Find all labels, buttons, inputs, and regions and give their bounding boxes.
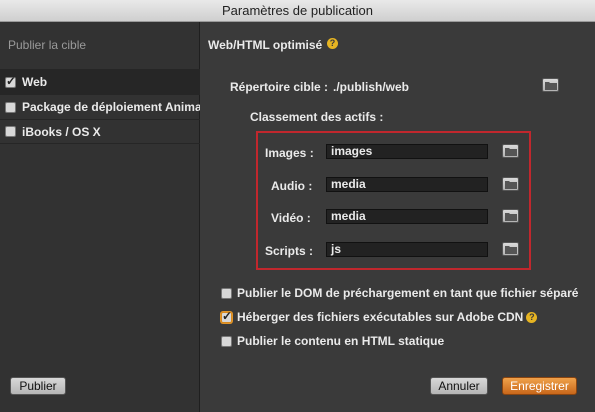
folder-icon: [505, 213, 517, 221]
help-icon[interactable]: ?: [327, 38, 338, 49]
preload-dom-checkbox[interactable]: [221, 287, 232, 299]
host-cdn-checkbox[interactable]: [221, 309, 232, 323]
cdn-help-icon[interactable]: ?: [526, 311, 538, 323]
images-label: Images :: [265, 146, 314, 160]
folder-icon: [505, 148, 517, 156]
audio-label: Audio :: [271, 179, 313, 193]
animate-package-checkbox[interactable]: [5, 101, 16, 113]
audio-field[interactable]: media: [326, 177, 488, 192]
section-title: Web/HTML optimisé: [208, 38, 323, 52]
scripts-folder-button[interactable]: [502, 242, 519, 256]
sidebar-item-web[interactable]: Web: [0, 69, 200, 94]
images-folder-button[interactable]: [502, 144, 519, 158]
video-field[interactable]: media: [326, 209, 488, 224]
target-dir-folder-button[interactable]: [542, 78, 559, 92]
folder-icon: [505, 246, 517, 254]
option-preload-dom[interactable]: Publier le DOM de préchargement en tant …: [221, 286, 578, 300]
assets-title: Classement des actifs :: [250, 110, 384, 124]
main-panel: Web/HTML optimisé ? Répertoire cible : .…: [201, 22, 595, 412]
folder-icon: [545, 82, 557, 90]
audio-folder-button[interactable]: [502, 177, 519, 191]
option-label: Héberger des fichiers exécutables sur Ad…: [237, 310, 524, 324]
option-label: Publier le DOM de préchargement en tant …: [237, 286, 579, 300]
sidebar-item-label: Package de déploiement Animate: [22, 100, 200, 114]
option-label: Publier le contenu en HTML statique: [237, 334, 445, 348]
ibooks-checkbox[interactable]: [5, 126, 16, 137]
video-folder-button[interactable]: [502, 209, 519, 223]
sidebar-item-animate-package[interactable]: Package de déploiement Animate: [0, 94, 200, 119]
sidebar-item-ibooks[interactable]: iBooks / OS X: [0, 119, 200, 144]
option-static-html[interactable]: Publier le contenu en HTML statique: [221, 334, 444, 348]
sidebar-title: Publier la cible: [8, 38, 87, 52]
publish-button[interactable]: Publier: [10, 377, 66, 395]
scripts-label: Scripts :: [265, 244, 314, 258]
save-button[interactable]: Enregistrer: [502, 377, 577, 395]
sidebar-item-label: Web: [22, 75, 48, 89]
video-label: Vidéo :: [271, 211, 311, 225]
scripts-field[interactable]: js: [326, 242, 488, 257]
sidebar: Publier la cible Web Package de déploiem…: [0, 22, 200, 412]
sidebar-list: Web Package de déploiement Animate iBook…: [0, 69, 200, 144]
images-field[interactable]: images: [326, 144, 488, 159]
target-dir-value: ./publish/web: [333, 80, 410, 94]
web-checkbox[interactable]: [5, 74, 16, 88]
cancel-button[interactable]: Annuler: [430, 377, 488, 395]
sidebar-item-label: iBooks / OS X: [22, 124, 101, 139]
window-title: Paramètres de publication: [0, 0, 595, 22]
folder-icon: [505, 181, 517, 189]
option-host-cdn[interactable]: Héberger des fichiers exécutables sur Ad…: [221, 309, 538, 324]
static-html-checkbox[interactable]: [221, 335, 232, 347]
target-dir-label: Répertoire cible :: [230, 80, 329, 94]
